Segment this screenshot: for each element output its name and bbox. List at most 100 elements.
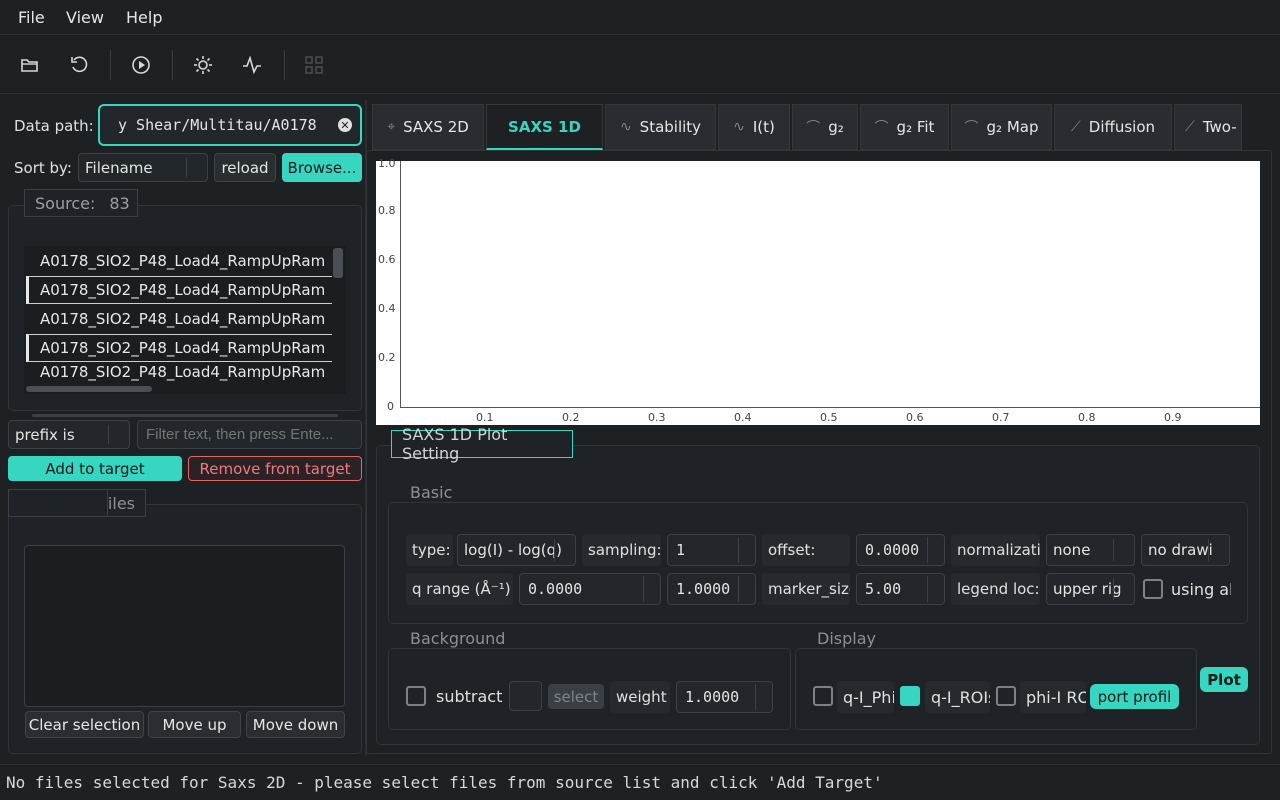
legend-loc-select[interactable]: upper rig	[1046, 573, 1135, 605]
plot-setting-title: SAXS 1D Plot Setting	[391, 425, 573, 463]
q-i-rois-checkbox[interactable]	[900, 686, 920, 706]
tab-label: Stability	[639, 118, 702, 136]
using-abs-checkbox[interactable]	[1143, 579, 1163, 599]
refresh-icon[interactable]	[66, 52, 92, 78]
reload-button[interactable]: reload	[214, 153, 276, 182]
sort-by-value: Filename	[85, 158, 153, 177]
source-label: Source:	[35, 193, 96, 213]
source-list-item[interactable]: A0178_SIO2_P48_Load4_RampUpRam	[26, 276, 332, 304]
sort-by-select[interactable]: Filename	[78, 153, 208, 182]
phi-i-roi-checkbox[interactable]	[996, 686, 1016, 706]
sampling-spinbox[interactable]: 1	[667, 534, 756, 566]
add-to-target-button[interactable]: Add to target	[8, 456, 182, 481]
tab-diffusion[interactable]: ⟋ Diffusion	[1054, 104, 1172, 150]
target-name-field[interactable]	[8, 489, 108, 517]
x-tick-label: 0.4	[734, 411, 752, 424]
x-tick-label: 0.5	[820, 411, 838, 424]
sampling-value: 1	[676, 541, 686, 559]
pulse-icon[interactable]	[239, 52, 265, 78]
open-folder-icon[interactable]	[17, 52, 43, 78]
remove-from-target-button[interactable]: Remove from target	[188, 456, 362, 481]
target-list[interactable]	[24, 545, 345, 707]
filter-text-input[interactable]	[137, 420, 362, 449]
legend-loc-value: upper rig	[1053, 580, 1122, 598]
select-background-button[interactable]: select	[548, 684, 604, 709]
tab-label: g₂ Fit	[896, 118, 935, 136]
move-up-button[interactable]: Move up	[148, 711, 241, 738]
source-title: Source: 83	[24, 189, 138, 217]
tab-g2-map[interactable]: ⌒ g₂ Map	[951, 104, 1052, 150]
tab-intensity-time[interactable]: ∿ I(t)	[718, 104, 790, 150]
source-vertical-scrollbar[interactable]	[333, 248, 343, 278]
source-horizontal-scrollbar[interactable]	[26, 386, 152, 392]
filter-mode-select[interactable]: prefix is	[8, 420, 130, 449]
tab-saxs-2d[interactable]: ⌖ SAXS 2D	[372, 104, 484, 150]
menu-file[interactable]: File	[18, 8, 45, 27]
source-list-item[interactable]: A0178_SIO2_P48_Load4_RampUpRam	[26, 363, 332, 385]
splitter-handle[interactable]	[32, 414, 338, 417]
type-label: type:	[406, 534, 453, 566]
menu-help[interactable]: Help	[126, 8, 162, 27]
play-icon[interactable]	[128, 52, 154, 78]
marker-size-spinbox[interactable]: 5.00	[856, 573, 945, 605]
type-select[interactable]: log(I) - log(q)	[457, 534, 576, 566]
normalization-label: normalizatio	[951, 534, 1040, 566]
y-tick-label: 1.0	[378, 157, 396, 170]
offset-spinbox[interactable]: 0.0000	[856, 534, 945, 566]
basic-section-title: Basic	[410, 483, 453, 502]
source-list-item[interactable]: A0178_SIO2_P48_Load4_RampUpRam	[26, 247, 332, 275]
using-abs-label: using ab	[1171, 580, 1231, 599]
chart-icon: ⟋	[1185, 119, 1195, 135]
offset-value: 0.0000	[865, 541, 920, 559]
background-file-field[interactable]	[509, 681, 542, 711]
y-tick-label: 0	[387, 400, 394, 413]
curve-icon: ⌒	[964, 120, 979, 136]
display-section-title: Display	[817, 629, 876, 648]
weight-spinbox[interactable]: 1.0000	[676, 681, 773, 713]
weight-label: weight	[610, 681, 670, 713]
normalization-select[interactable]: none	[1046, 534, 1135, 566]
y-tick-label: 0.4	[378, 302, 396, 315]
toolbar-separator	[172, 50, 173, 80]
q-max-value: 1.0000	[676, 580, 731, 598]
status-bar: No files selected for Saxs 2D - please s…	[0, 764, 1280, 800]
offset-label: offset:	[762, 534, 850, 566]
toolbar-separator	[110, 50, 111, 80]
q-min-spinbox[interactable]: 0.0000	[519, 573, 661, 605]
plot-button[interactable]: Plot	[1200, 667, 1248, 692]
y-tick-label: 0.2	[378, 351, 396, 364]
source-count: 83	[109, 193, 130, 213]
move-down-button[interactable]: Move down	[246, 711, 345, 738]
drawing-select[interactable]: no drawi	[1141, 534, 1230, 566]
clear-selection-button[interactable]: Clear selection	[25, 711, 144, 738]
subtract-checkbox[interactable]	[406, 686, 426, 706]
saxs-1d-plot[interactable]: 0 0.2 0.4 0.6 0.8 1.0 0.1 0.2 0.3 0.4 0.…	[376, 157, 1260, 425]
toolbar-separator	[284, 50, 285, 80]
menu-view[interactable]: View	[66, 8, 104, 27]
data-path-input[interactable]: y Shear/Multitau/A0178 ✕	[98, 104, 362, 146]
tab-two-time[interactable]: ⟋ Two-	[1174, 104, 1242, 150]
x-tick-label: 0.9	[1164, 411, 1182, 424]
menu-bar: File View Help	[0, 0, 1280, 35]
tab-label: Diffusion	[1088, 118, 1156, 136]
x-tick-label: 0.1	[476, 411, 494, 424]
data-path-label: Data path:	[14, 117, 94, 135]
q-max-spinbox[interactable]: 1.0000	[667, 573, 756, 605]
clear-icon[interactable]: ✕	[338, 118, 352, 132]
tab-g2-fit[interactable]: ⌒ g₂ Fit	[860, 104, 949, 150]
tab-stability[interactable]: ∿ Stability	[605, 104, 716, 150]
x-tick-label: 0.3	[648, 411, 666, 424]
source-list-item[interactable]: A0178_SIO2_P48_Load4_RampUpRam	[26, 334, 332, 362]
tab-saxs-1d[interactable]: SAXS 1D	[486, 104, 603, 150]
sun-icon[interactable]	[190, 52, 216, 78]
x-tick-label: 0.2	[562, 411, 580, 424]
q-i-phi-checkbox[interactable]	[813, 686, 833, 706]
tab-g2[interactable]: ⌒ g₂	[792, 104, 858, 150]
q-i-phi-label: q-I_Phi	[837, 681, 894, 713]
tab-label: Two-	[1202, 118, 1237, 136]
weight-value: 1.0000	[685, 688, 740, 706]
export-profile-button[interactable]: port profil	[1090, 684, 1179, 709]
x-tick-label: 0.6	[906, 411, 924, 424]
browse-button[interactable]: Browse...	[282, 153, 362, 182]
source-list-item[interactable]: A0178_SIO2_P48_Load4_RampUpRam	[26, 305, 332, 333]
